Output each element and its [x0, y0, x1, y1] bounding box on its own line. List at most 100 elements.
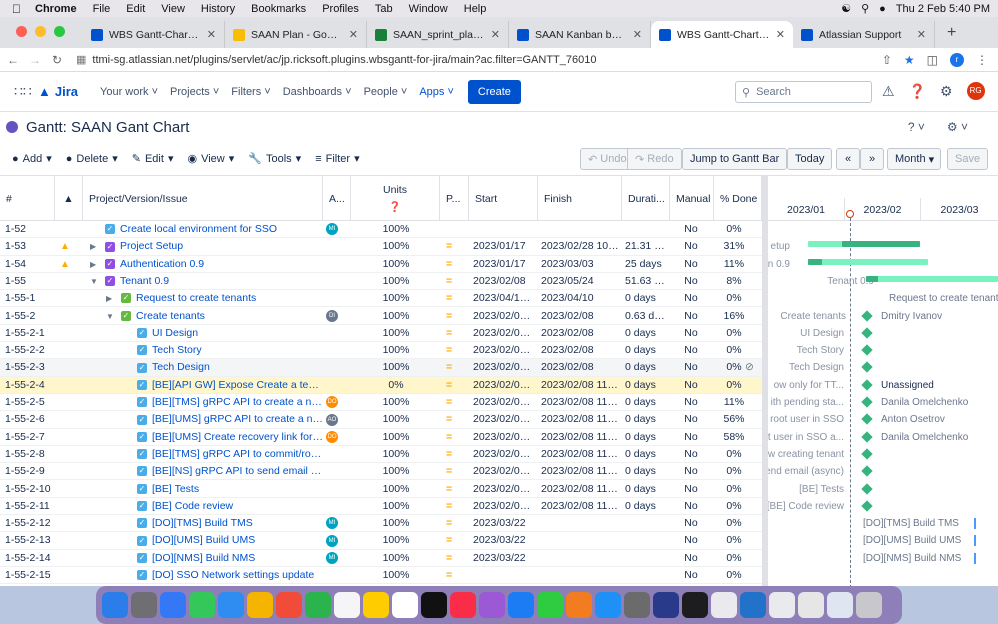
- done-cell[interactable]: 11%: [714, 256, 754, 273]
- settings-gear-icon[interactable]: ⚙: [940, 83, 953, 100]
- expand-chevron-icon[interactable]: ▶: [106, 290, 116, 307]
- apple-icon[interactable]: : [12, 2, 21, 16]
- delete-menu[interactable]: ● Delete ▾: [66, 152, 118, 166]
- start-cell[interactable]: 2023/01/17: [473, 256, 535, 273]
- col-finish[interactable]: Finish: [538, 176, 622, 221]
- issue-link[interactable]: UI Design: [152, 327, 198, 339]
- table-row[interactable]: 1-55-2-1 ✓ UI Design 100% = 2023/02/08 ... 202…: [0, 325, 762, 343]
- manual-cell[interactable]: No: [672, 377, 710, 394]
- start-cell[interactable]: 2023/03/22: [473, 532, 535, 549]
- user-avatar[interactable]: RG: [966, 82, 985, 100]
- close-tab-icon[interactable]: ✕: [207, 28, 216, 41]
- minimize-window-button[interactable]: [35, 26, 46, 37]
- table-row[interactable]: 1-55-2-9 ✓ [BE][NS] gRPC API to send email…: [0, 463, 762, 481]
- finish-cell[interactable]: 2023/02/08 11:00: [541, 498, 619, 515]
- priority-medium-icon[interactable]: =: [446, 429, 466, 446]
- start-cell[interactable]: 2023/02/08 ...: [473, 342, 535, 359]
- milestone-diamond[interactable]: [861, 361, 873, 374]
- milestone-diamond[interactable]: [861, 430, 873, 443]
- control-center-icon[interactable]: ●: [879, 3, 886, 15]
- priority-medium-icon[interactable]: =: [446, 238, 466, 255]
- duration-cell[interactable]: [625, 567, 667, 584]
- browser-tab[interactable]: SAAN Kanban board - Agi✕: [509, 21, 651, 48]
- close-tab-icon[interactable]: ✕: [491, 28, 500, 41]
- duration-cell[interactable]: [625, 515, 667, 532]
- browser-tab[interactable]: SAAN_sprint_planning.xl✕: [367, 21, 509, 48]
- issue-link[interactable]: Project Setup: [120, 240, 183, 252]
- assignee-cell[interactable]: AO: [326, 411, 348, 428]
- priority-medium-icon[interactable]: =: [446, 411, 466, 428]
- duration-cell[interactable]: 0 days: [625, 446, 667, 463]
- issue-cell[interactable]: ✓ [BE][NS] gRPC API to send email (as...: [122, 463, 323, 480]
- units-cell[interactable]: 100%: [352, 325, 440, 342]
- share-icon[interactable]: ⇧: [882, 53, 892, 67]
- dock-app-icon[interactable]: [450, 592, 476, 618]
- table-row[interactable]: 1-54 ▲ ▶ ✓ Authentication 0.9 100% = 2023/01/17…: [0, 256, 762, 273]
- units-cell[interactable]: 100%: [352, 238, 440, 255]
- finish-cell[interactable]: [541, 221, 619, 238]
- priority-medium-icon[interactable]: =: [446, 394, 466, 411]
- priority-medium-icon[interactable]: =: [446, 567, 466, 584]
- finish-cell[interactable]: 2023/02/08 11:00: [541, 481, 619, 498]
- create-button[interactable]: Create: [467, 79, 521, 104]
- assignee-cell[interactable]: [326, 567, 348, 584]
- assignee-cell[interactable]: [326, 377, 348, 394]
- edit-menu[interactable]: ✎ Edit ▾: [132, 152, 174, 166]
- done-cell[interactable]: 31%: [714, 238, 754, 255]
- dock-app-icon[interactable]: [363, 592, 389, 618]
- scroll-back-button[interactable]: «: [836, 148, 860, 170]
- help-icon[interactable]: ❓: [389, 202, 401, 213]
- priority-medium-icon[interactable]: =: [446, 446, 466, 463]
- finish-cell[interactable]: [541, 515, 619, 532]
- browser-tab[interactable]: SAAN Plan - Google Drive✕: [225, 21, 367, 48]
- issue-link[interactable]: [BE] Code review: [152, 500, 233, 512]
- help-dropdown-icon[interactable]: ? ˅: [908, 120, 925, 134]
- browser-tab[interactable]: WBS Gantt-Chart - Jira✕: [83, 21, 225, 48]
- start-cell[interactable]: 2023/02/08 ...: [473, 325, 535, 342]
- close-tab-icon[interactable]: ✕: [633, 28, 642, 41]
- priority-medium-icon[interactable]: =: [446, 463, 466, 480]
- issue-link[interactable]: [BE][TMS] gRPC API to create a new...: [152, 396, 323, 408]
- finish-cell[interactable]: [541, 550, 619, 567]
- duration-cell[interactable]: 0 days: [625, 429, 667, 446]
- finish-cell[interactable]: 2023/02/08: [541, 342, 619, 359]
- col-priority[interactable]: P...: [440, 176, 469, 221]
- duration-cell[interactable]: 0.63 da...: [625, 308, 667, 325]
- blocked-icon[interactable]: ⊘: [745, 359, 757, 376]
- start-cell[interactable]: 2023/02/08 ...: [473, 463, 535, 480]
- profile-avatar[interactable]: r: [950, 52, 964, 67]
- priority-medium-icon[interactable]: =: [446, 550, 466, 567]
- menu-profiles[interactable]: Profiles: [322, 3, 359, 15]
- issue-link[interactable]: [BE][API GW] Expose Create a tena...: [152, 379, 323, 391]
- start-cell[interactable]: 2023/02/08 ...: [473, 377, 535, 394]
- priority-medium-icon[interactable]: =: [446, 377, 466, 394]
- gantt-bar-progress[interactable]: [808, 258, 822, 265]
- issue-cell[interactable]: ✓ UI Design: [122, 325, 323, 342]
- duration-cell[interactable]: [625, 532, 667, 549]
- assignee-cell[interactable]: [326, 273, 348, 290]
- col-warning[interactable]: ▲: [55, 176, 83, 221]
- zoom-window-button[interactable]: [54, 26, 65, 37]
- done-cell[interactable]: 0%: [714, 342, 754, 359]
- save-button[interactable]: Save: [947, 148, 989, 170]
- done-cell[interactable]: 0%: [714, 325, 754, 342]
- dock-app-icon[interactable]: [102, 592, 128, 618]
- bookmark-star-icon[interactable]: ★: [904, 53, 915, 67]
- wifi-icon[interactable]: ☯: [841, 2, 851, 15]
- issue-link[interactable]: [BE][TMS] gRPC API to commit/rollb...: [152, 448, 323, 460]
- scale-select[interactable]: Month ▾: [887, 148, 941, 170]
- jira-logo[interactable]: ▲ Jira: [38, 84, 78, 99]
- start-cell[interactable]: 2023/02/08 ...: [473, 429, 535, 446]
- finish-cell[interactable]: 2023/02/08: [541, 308, 619, 325]
- manual-cell[interactable]: No: [672, 446, 710, 463]
- issue-cell[interactable]: ✓ [BE][TMS] gRPC API to create a new...: [122, 394, 323, 411]
- issue-cell[interactable]: ✓ [BE][UMS] gRPC API to create a ne...: [122, 411, 323, 428]
- col-start[interactable]: Start: [469, 176, 538, 221]
- tools-menu[interactable]: 🔧 Tools ▾: [248, 152, 301, 166]
- dock-app-icon[interactable]: [624, 592, 650, 618]
- dock-app-icon[interactable]: [247, 592, 273, 618]
- milestone-diamond[interactable]: [861, 344, 873, 356]
- units-cell[interactable]: 100%: [352, 567, 440, 584]
- done-cell[interactable]: 0%: [714, 446, 754, 463]
- search-icon[interactable]: ⚲: [861, 2, 869, 15]
